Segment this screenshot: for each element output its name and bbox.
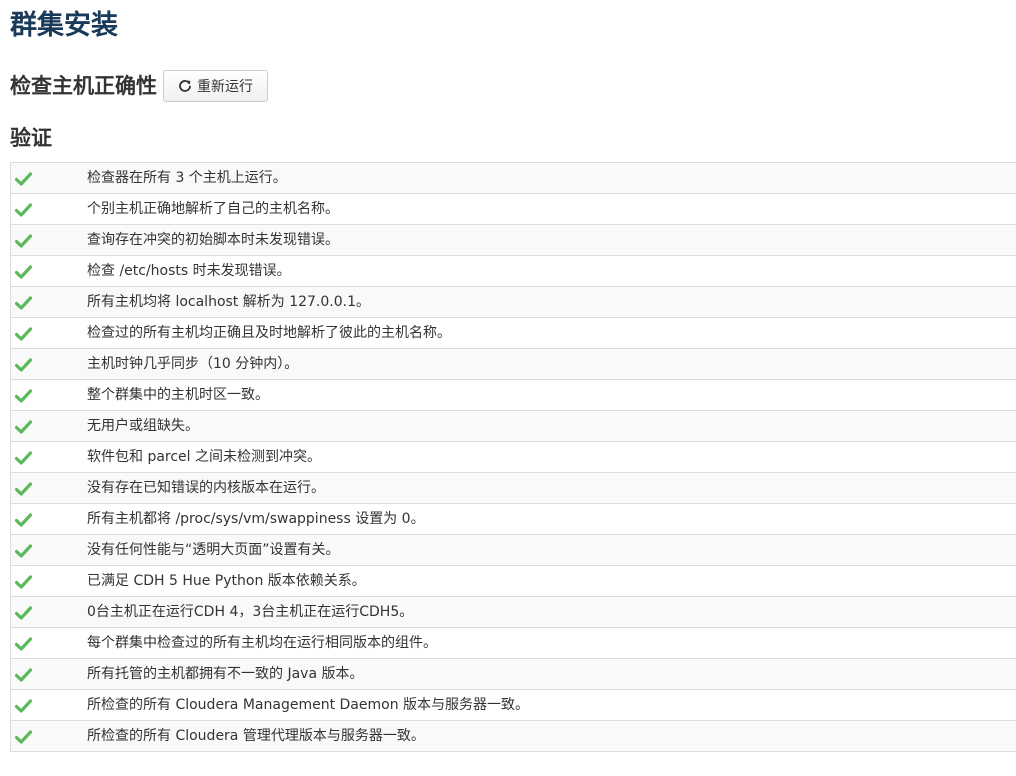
check-icon — [14, 357, 33, 372]
check-icon — [14, 636, 33, 651]
check-icon — [14, 264, 33, 279]
check-text: 已满足 CDH 5 Hue Python 版本依赖关系。 — [87, 573, 366, 589]
check-icon — [14, 512, 33, 527]
table-row: 个别主机正确地解析了自己的主机名称。 — [11, 194, 1016, 225]
check-icon — [14, 729, 33, 744]
table-row: 每个群集中检查过的所有主机均在运行相同版本的组件。 — [11, 628, 1016, 659]
table-row: 已满足 CDH 5 Hue Python 版本依赖关系。 — [11, 566, 1016, 597]
check-icon — [14, 481, 33, 496]
check-icon — [14, 605, 33, 620]
table-row: 无用户或组缺失。 — [11, 411, 1016, 442]
check-text: 检查 /etc/hosts 时未发现错误。 — [87, 263, 291, 279]
table-row: 查询存在冲突的初始脚本时未发现错误。 — [11, 225, 1016, 256]
check-text: 检查器在所有 3 个主机上运行。 — [87, 170, 287, 186]
table-row: 所检查的所有 Cloudera Management Daemon 版本与服务器… — [11, 690, 1016, 721]
check-text: 0台主机正在运行CDH 4，3台主机正在运行CDH5。 — [87, 604, 414, 620]
check-icon — [14, 419, 33, 434]
check-text: 每个群集中检查过的所有主机均在运行相同版本的组件。 — [87, 635, 437, 651]
table-row: 主机时钟几乎同步（10 分钟内）。 — [11, 349, 1016, 380]
check-icon — [14, 450, 33, 465]
table-row: 软件包和 parcel 之间未检测到冲突。 — [11, 442, 1016, 473]
check-text: 所有托管的主机都拥有不一致的 Java 版本。 — [87, 666, 364, 682]
validation-title: 验证 — [10, 126, 52, 150]
rerun-button[interactable]: 重新运行 — [163, 70, 268, 102]
section-header: 检查主机正确性 重新运行 — [10, 70, 268, 102]
check-text: 个别主机正确地解析了自己的主机名称。 — [87, 201, 339, 217]
rerun-button-label: 重新运行 — [197, 79, 253, 95]
refresh-icon — [178, 79, 192, 93]
validation-table: 检查器在所有 3 个主机上运行。个别主机正确地解析了自己的主机名称。 查询存在冲突… — [10, 162, 1016, 752]
check-text: 没有任何性能与“透明大页面”设置有关。 — [87, 542, 340, 558]
table-row: 所有托管的主机都拥有不一致的 Java 版本。 — [11, 659, 1016, 690]
check-icon — [14, 698, 33, 713]
table-row: 检查 /etc/hosts 时未发现错误。 — [11, 256, 1016, 287]
table-row: 所检查的所有 Cloudera 管理代理版本与服务器一致。 — [11, 721, 1016, 751]
page-title: 群集安装 — [10, 10, 118, 41]
table-row: 整个群集中的主机时区一致。 — [11, 380, 1016, 411]
check-icon — [14, 543, 33, 558]
check-icon — [14, 171, 33, 186]
check-text: 整个群集中的主机时区一致。 — [87, 387, 269, 403]
check-text: 所有主机均将 localhost 解析为 127.0.0.1。 — [87, 294, 370, 310]
check-text: 所有主机都将 /proc/sys/vm/swappiness 设置为 0。 — [87, 511, 425, 527]
table-row: 所有主机都将 /proc/sys/vm/swappiness 设置为 0。 — [11, 504, 1016, 535]
check-icon — [14, 667, 33, 682]
check-icon — [14, 388, 33, 403]
check-text: 没有存在已知错误的内核版本在运行。 — [87, 480, 325, 496]
check-icon — [14, 202, 33, 217]
table-row: 0台主机正在运行CDH 4，3台主机正在运行CDH5。 — [11, 597, 1016, 628]
check-text: 软件包和 parcel 之间未检测到冲突。 — [87, 449, 322, 465]
table-row: 检查过的所有主机均正确且及时地解析了彼此的主机名称。 — [11, 318, 1016, 349]
check-text: 查询存在冲突的初始脚本时未发现错误。 — [87, 232, 339, 248]
check-text: 无用户或组缺失。 — [87, 418, 199, 434]
check-icon — [14, 326, 33, 341]
section-title: 检查主机正确性 — [10, 74, 157, 98]
check-text: 主机时钟几乎同步（10 分钟内）。 — [87, 356, 299, 372]
check-text: 检查过的所有主机均正确且及时地解析了彼此的主机名称。 — [87, 325, 451, 341]
check-text: 所检查的所有 Cloudera Management Daemon 版本与服务器… — [87, 697, 530, 713]
table-row: 没有任何性能与“透明大页面”设置有关。 — [11, 535, 1016, 566]
check-icon — [14, 295, 33, 310]
check-icon — [14, 233, 33, 248]
table-row: 检查器在所有 3 个主机上运行。 — [11, 163, 1016, 194]
check-text: 所检查的所有 Cloudera 管理代理版本与服务器一致。 — [87, 728, 425, 744]
check-icon — [14, 574, 33, 589]
table-row: 没有存在已知错误的内核版本在运行。 — [11, 473, 1016, 504]
table-row: 所有主机均将 localhost 解析为 127.0.0.1。 — [11, 287, 1016, 318]
